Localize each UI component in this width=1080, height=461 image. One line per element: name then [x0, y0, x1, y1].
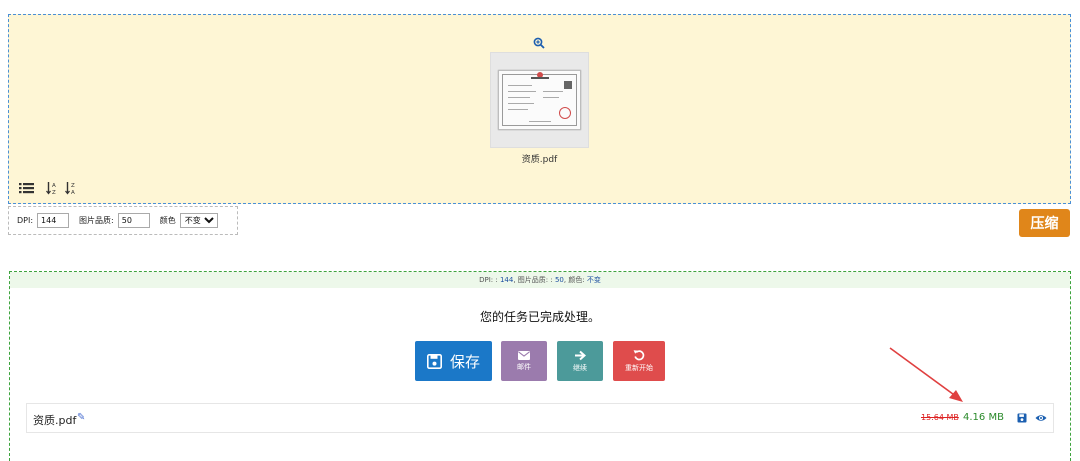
save-file-icon[interactable] [1017, 413, 1027, 423]
summary-quality-value: 50 [554, 276, 564, 284]
summary-dpi-value: 144 [499, 276, 514, 284]
original-size: 15.64 MB [921, 413, 959, 422]
restart-button[interactable]: 重新开始 [613, 341, 665, 381]
result-file-name: 资质.pdf [33, 414, 77, 427]
envelope-icon [518, 350, 530, 360]
quality-label: 图片品质: [79, 216, 114, 225]
document-preview [498, 70, 581, 130]
save-button-label: 保存 [449, 352, 480, 371]
completion-message: 您的任务已完成处理。 [479, 310, 600, 324]
dpi-input[interactable] [37, 213, 70, 228]
undo-icon [633, 350, 645, 361]
color-select[interactable]: 不变 [179, 213, 218, 228]
list-icon[interactable] [19, 181, 34, 195]
upload-dropzone[interactable]: 资质.pdf A Z Z A [8, 14, 1071, 204]
svg-text:A: A [71, 190, 75, 195]
compression-options: DPI: 图片品质: 颜色 不变 [8, 206, 238, 235]
restart-button-label: 重新开始 [625, 364, 653, 372]
continue-button[interactable]: 继续 [557, 341, 603, 381]
compress-button[interactable]: 压缩 [1019, 209, 1070, 237]
summary-dpi-label: DPI: : [479, 276, 498, 284]
sort-az-icon[interactable]: A Z [46, 181, 58, 195]
color-label: 颜色 [159, 216, 176, 225]
dpi-label: DPI: [17, 216, 34, 225]
sort-za-icon[interactable]: Z A [65, 181, 77, 195]
annotation-arrow [889, 347, 963, 402]
quality-input[interactable] [117, 213, 150, 228]
preview-eye-icon[interactable] [1035, 413, 1047, 423]
save-button[interactable]: 保存 [415, 341, 492, 381]
svg-text:Z: Z [52, 190, 56, 195]
save-icon [426, 353, 442, 369]
continue-button-label: 继续 [573, 363, 587, 372]
zoom-in-icon[interactable] [533, 37, 545, 49]
arrow-right-icon [575, 350, 586, 360]
applied-settings-summary: DPI: : 144, 图片品质: : 50, 颜色: 不变 [10, 272, 1070, 288]
summary-color-value: 不变 [586, 276, 601, 284]
svg-text:A: A [52, 183, 56, 189]
compressed-size: 4.16 MB [963, 412, 1004, 423]
summary-color-label: , 颜色: [563, 276, 585, 284]
rename-pencil-icon[interactable]: ✎ [77, 412, 85, 423]
email-button-label: 邮件 [517, 362, 531, 371]
file-name-label: 资质.pdf [521, 155, 558, 165]
summary-quality-label: , 图片品质: : [513, 276, 553, 284]
svg-text:Z: Z [71, 183, 75, 189]
email-button[interactable]: 邮件 [501, 341, 547, 381]
result-file-row: 资质.pdf ✎ 15.64 MB 4.16 MB [26, 403, 1054, 433]
file-thumbnail[interactable] [490, 52, 589, 148]
